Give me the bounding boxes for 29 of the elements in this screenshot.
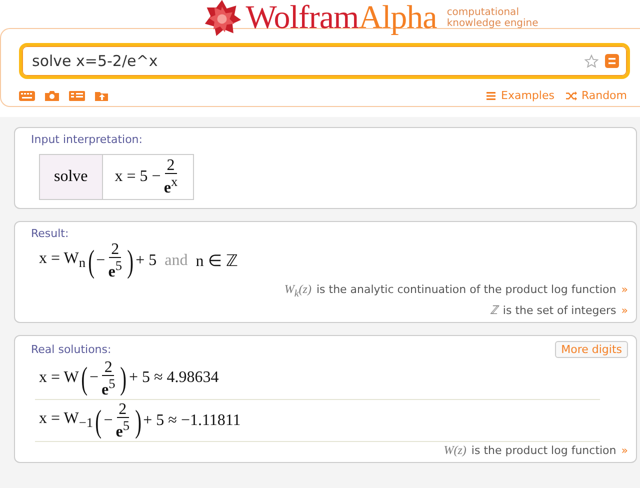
logo-wordmark: WolframAlpha <box>246 0 437 36</box>
table-cell: solve <box>40 155 103 199</box>
pod-title: Result: <box>31 227 69 240</box>
more-link[interactable]: » <box>621 304 628 318</box>
note-text: is the set of integers <box>502 304 616 318</box>
more-digits-button[interactable]: More digits <box>555 340 628 358</box>
tagline-text: knowledge engine <box>446 18 538 29</box>
folder-upload-icon[interactable] <box>94 90 110 102</box>
math-symbol: W(z) <box>444 443 466 458</box>
link[interactable]: Examples <box>501 89 554 102</box>
link[interactable]: Random <box>581 89 627 102</box>
list-icon <box>486 90 497 100</box>
search-input[interactable]: solve x=5-2/e^x <box>32 52 584 70</box>
note-text: is the product log function <box>471 444 616 458</box>
keyboard-icon[interactable] <box>19 90 35 102</box>
note-text: is the analytic continuation of the product log function <box>316 283 616 298</box>
camera-icon[interactable] <box>44 90 60 102</box>
shuffle-icon <box>566 90 578 100</box>
math-symbol: ℤ <box>490 302 498 317</box>
tagline-text: computational <box>446 7 519 18</box>
star-icon[interactable] <box>584 54 599 68</box>
more-link[interactable]: » <box>621 283 628 298</box>
menu-icon[interactable] <box>605 54 619 68</box>
pod-title: Real solutions: <box>31 342 112 356</box>
pod-title: Input interpretation: <box>31 133 142 146</box>
search-bar[interactable]: solve x=5-2/e^x <box>19 43 630 79</box>
table-icon[interactable] <box>69 90 85 102</box>
math-symbol: W$_{k}$(z) <box>284 282 312 302</box>
more-link[interactable]: » <box>621 444 628 458</box>
